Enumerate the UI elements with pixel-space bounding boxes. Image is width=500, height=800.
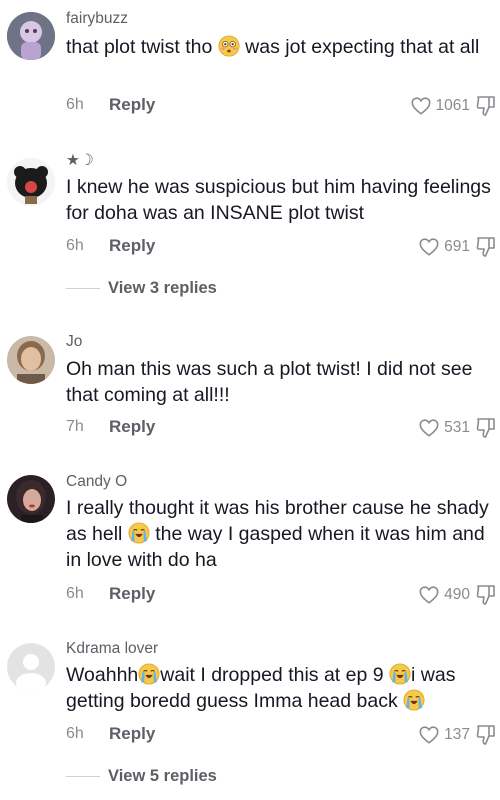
like-count: 490 bbox=[444, 586, 470, 603]
comment-meta: 6h Reply 1061 bbox=[66, 94, 496, 118]
crying-face-icon bbox=[138, 663, 160, 685]
avatar[interactable] bbox=[7, 336, 55, 384]
avatar-image bbox=[7, 158, 55, 206]
like-count: 137 bbox=[444, 726, 470, 743]
avatar[interactable] bbox=[7, 475, 55, 523]
comment-text: that plot twist tho was jot expecting th… bbox=[66, 34, 496, 60]
crying-face-icon bbox=[389, 663, 411, 685]
heart-icon bbox=[419, 238, 439, 256]
comment-item: Jo Oh man this was such a plot twist! I … bbox=[0, 320, 500, 455]
timestamp: 6h bbox=[66, 725, 84, 742]
comment-text: Oh man this was such a plot twist! I did… bbox=[66, 358, 473, 406]
username[interactable]: Jo bbox=[66, 333, 82, 351]
flushed-face-icon bbox=[218, 35, 240, 57]
reply-button[interactable]: Reply bbox=[109, 236, 155, 256]
reply-button[interactable]: Reply bbox=[109, 584, 155, 604]
comment-meta: 6h Reply 137 bbox=[66, 723, 496, 747]
timestamp: 7h bbox=[66, 418, 84, 435]
divider bbox=[66, 775, 100, 777]
dislike-icon[interactable] bbox=[476, 95, 496, 117]
like-button[interactable]: 137 bbox=[418, 723, 470, 747]
comment-text-part: Woahhh bbox=[66, 664, 139, 686]
comment-meta: 6h Reply 490 bbox=[66, 583, 496, 607]
like-button[interactable]: 691 bbox=[418, 235, 470, 259]
comment-meta: 6h Reply 691 bbox=[66, 235, 496, 259]
heart-icon bbox=[411, 97, 431, 115]
dislike-icon[interactable] bbox=[476, 724, 496, 746]
crying-face-icon bbox=[128, 522, 150, 544]
comment-meta: 7h Reply 531 bbox=[66, 416, 496, 440]
crying-face-icon bbox=[403, 689, 425, 711]
comment-text-part: that plot twist tho bbox=[66, 36, 218, 58]
username[interactable]: ★☽ bbox=[66, 152, 94, 170]
comment-text-part: was jot expecting that at all bbox=[239, 36, 480, 58]
comment-item: Candy O I really thought it was his brot… bbox=[0, 455, 500, 625]
reply-button[interactable]: Reply bbox=[109, 724, 155, 744]
like-count: 1061 bbox=[435, 97, 470, 114]
reply-button[interactable]: Reply bbox=[109, 95, 155, 115]
comment-item: ★☽ I knew he was suspicious but him havi… bbox=[0, 150, 500, 320]
view-replies-button[interactable]: View 3 replies bbox=[66, 277, 217, 299]
avatar[interactable] bbox=[7, 158, 55, 206]
heart-icon bbox=[419, 586, 439, 604]
avatar[interactable] bbox=[7, 12, 55, 60]
comment-text-part: wait I dropped this at ep 9 bbox=[160, 664, 390, 686]
comment-text: I knew he was suspicious but him having … bbox=[66, 176, 491, 224]
comment-item: fairybuzz that plot twist tho was jot ex… bbox=[0, 0, 500, 150]
timestamp: 6h bbox=[66, 237, 84, 254]
heart-icon bbox=[419, 419, 439, 437]
username[interactable]: Candy O bbox=[66, 473, 127, 491]
reply-button[interactable]: Reply bbox=[109, 417, 155, 437]
timestamp: 6h bbox=[66, 96, 84, 113]
like-button[interactable]: 490 bbox=[418, 583, 470, 607]
view-replies-button[interactable]: View 5 replies bbox=[66, 765, 217, 787]
dislike-icon[interactable] bbox=[476, 417, 496, 439]
like-button[interactable]: 1061 bbox=[410, 94, 470, 118]
avatar-image bbox=[7, 336, 55, 384]
like-count: 531 bbox=[444, 419, 470, 436]
timestamp: 6h bbox=[66, 585, 84, 602]
avatar-image bbox=[7, 475, 55, 523]
comment-text: Woahhh wait I dropped this at ep 9 i was … bbox=[66, 662, 496, 714]
default-avatar-icon bbox=[7, 643, 55, 691]
avatar-image bbox=[7, 12, 55, 60]
heart-icon bbox=[419, 726, 439, 744]
view-replies-label: View 5 replies bbox=[108, 766, 217, 785]
like-count: 691 bbox=[444, 238, 470, 255]
username[interactable]: Kdrama lover bbox=[66, 640, 158, 658]
dislike-icon[interactable] bbox=[476, 236, 496, 258]
view-replies-label: View 3 replies bbox=[108, 278, 217, 297]
comment-item: Kdrama lover Woahhh wait I dropped this a… bbox=[0, 625, 500, 800]
username[interactable]: fairybuzz bbox=[66, 10, 128, 28]
avatar[interactable] bbox=[7, 643, 55, 691]
like-button[interactable]: 531 bbox=[418, 416, 470, 440]
dislike-icon[interactable] bbox=[476, 584, 496, 606]
comment-text: I really thought it was his brother caus… bbox=[66, 495, 496, 573]
divider bbox=[66, 287, 100, 289]
